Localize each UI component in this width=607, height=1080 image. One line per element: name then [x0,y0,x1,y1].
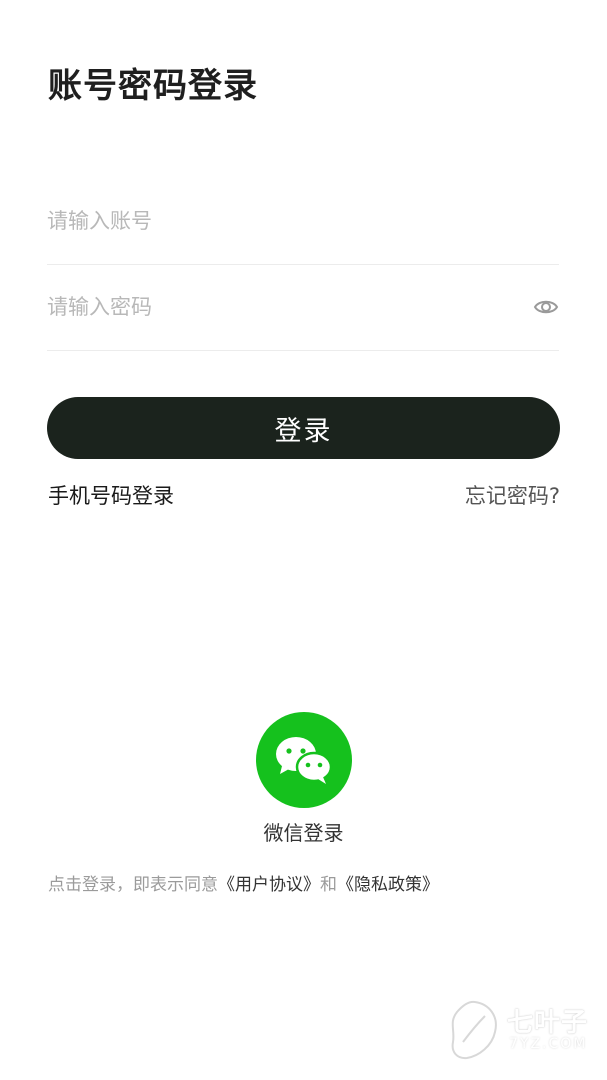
eye-icon[interactable] [533,294,559,320]
password-input[interactable] [47,264,517,350]
page-title: 账号密码登录 [48,66,258,106]
account-input[interactable] [47,178,517,264]
watermark-subtext: 7YZ.COM [509,1036,588,1052]
wechat-login-label: 微信登录 [263,821,344,845]
agreement-prefix: 点击登录，即表示同意 [48,875,218,895]
phone-login-link[interactable]: 手机号码登录 [48,480,174,510]
leaf-logo-icon [451,1000,497,1060]
wechat-icon [276,737,333,784]
watermark: 七叶子 7YZ.COM [445,996,595,1066]
watermark-text: 七叶子 [507,1008,589,1038]
agreement-conjunction: 和 [320,875,337,895]
wechat-login-button[interactable] [256,712,352,808]
login-button[interactable]: 登录 [47,397,560,459]
password-field[interactable] [47,264,559,351]
privacy-policy-link[interactable]: 《隐私政策》 [337,875,439,895]
agreement-text: 点击登录，即表示同意《用户协议》和《隐私政策》 [48,870,439,895]
account-field[interactable] [47,178,559,265]
user-agreement-link[interactable]: 《用户协议》 [218,875,320,895]
forgot-password-link[interactable]: 忘记密码? [465,480,560,510]
